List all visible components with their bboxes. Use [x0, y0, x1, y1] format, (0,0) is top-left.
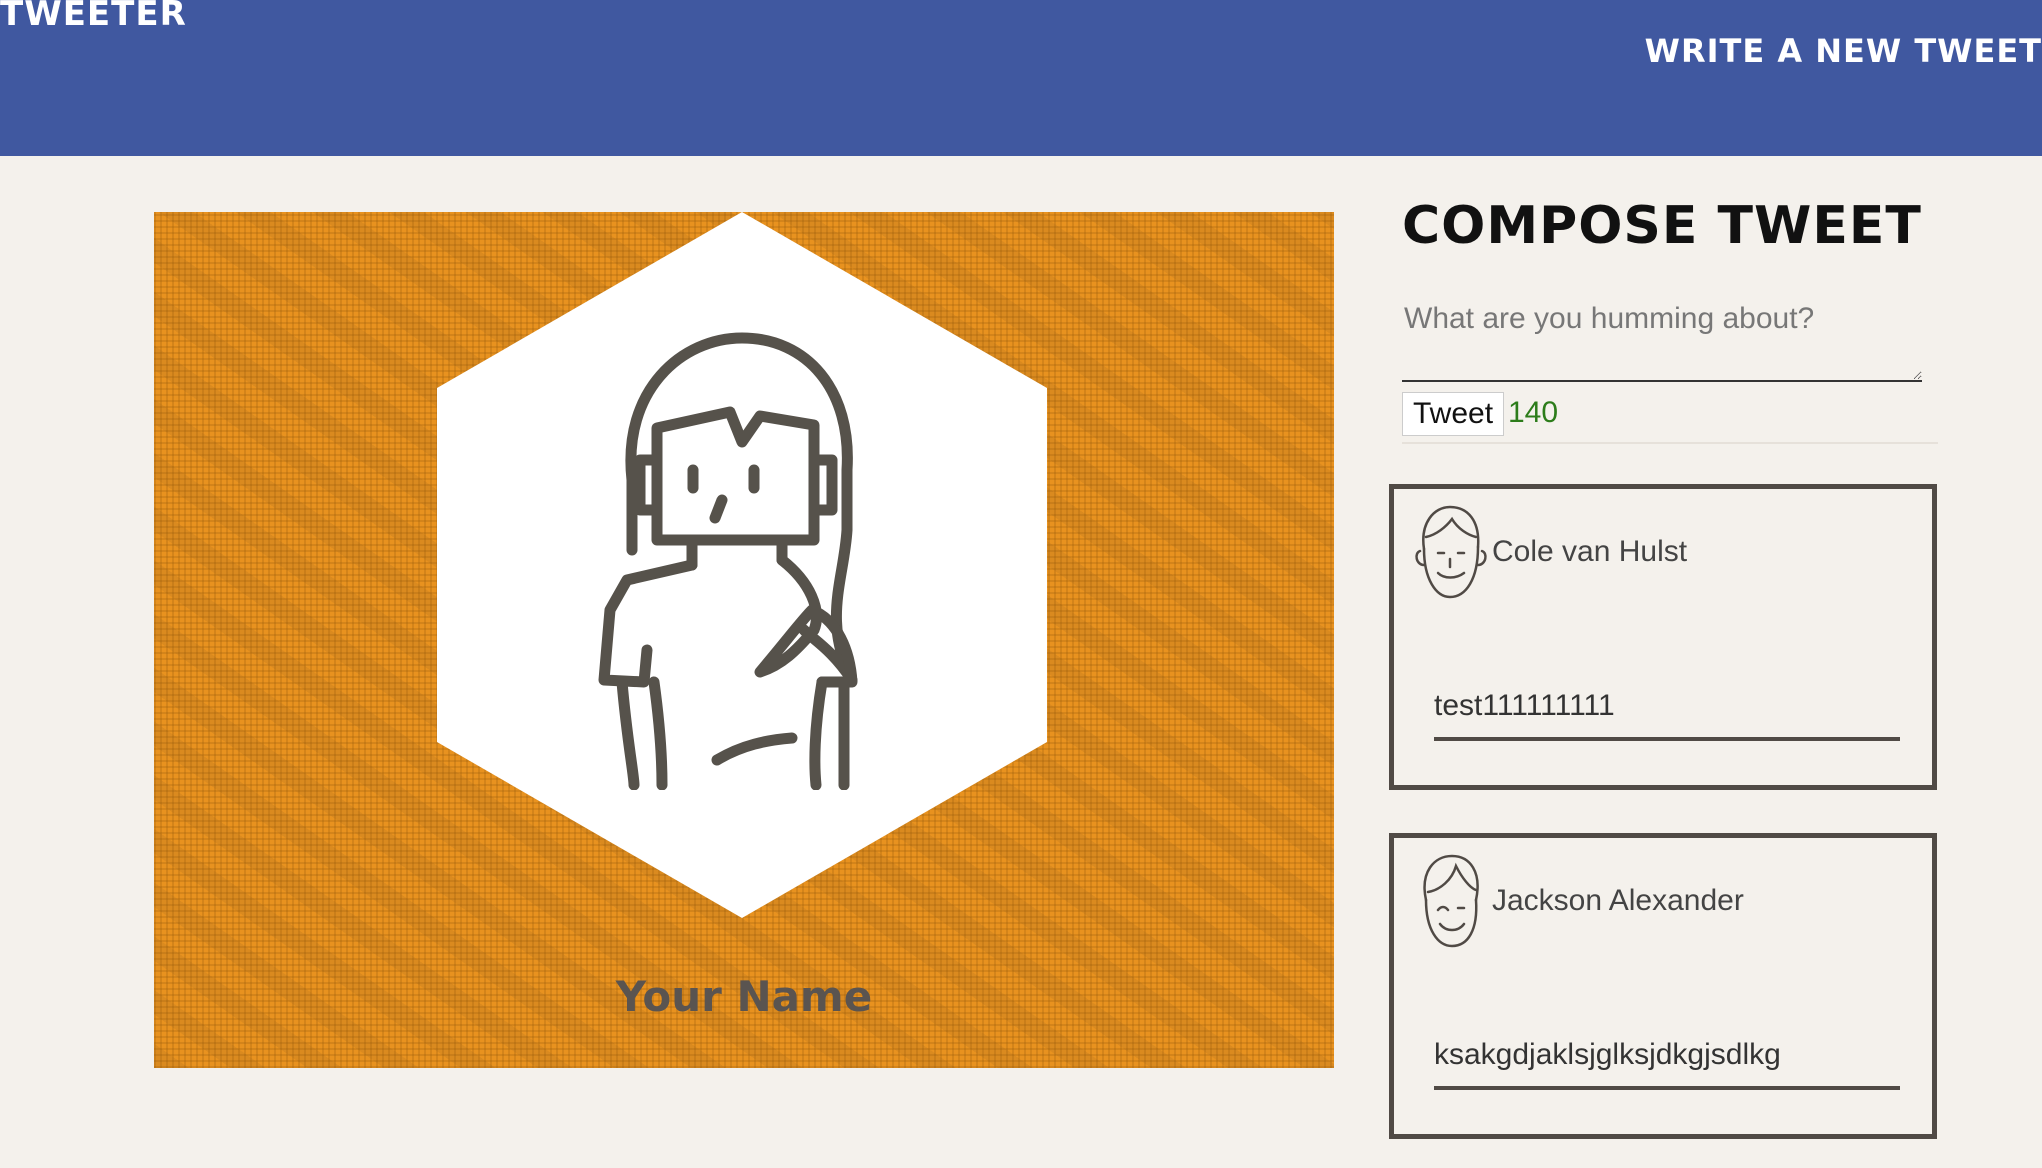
write-new-tweet-link[interactable]: WRITE A NEW TWEET	[1645, 32, 2042, 70]
male-avatar-icon	[1415, 505, 1487, 599]
female-user-avatar-icon	[598, 332, 858, 790]
profile-header: Your Name	[154, 212, 1334, 1068]
tweet-author: Jackson Alexander	[1492, 884, 1744, 917]
tweet-submit-button[interactable]: Tweet	[1402, 392, 1505, 436]
tweet-author: Cole van Hulst	[1492, 535, 1688, 568]
top-navbar: TWEETER WRITE A NEW TWEET	[0, 0, 2042, 156]
compose-tweet-title: COMPOSE TWEET	[1402, 196, 1922, 256]
brand-logo-text[interactable]: TWEETER	[0, 0, 187, 34]
profile-name: Your Name	[615, 972, 873, 1021]
tweet-text: ksakgdjaklsjglksjdkgjsdlkg	[1434, 1038, 1900, 1090]
tweet-textarea[interactable]	[1402, 296, 1922, 382]
character-counter: 140	[1508, 396, 1559, 429]
tweet-card: Cole van Hulst test111111111	[1389, 484, 1937, 790]
tweet-card: Jackson Alexander ksakgdjaklsjglksjdkgjs…	[1389, 833, 1937, 1139]
compose-divider	[1402, 442, 1938, 444]
tweet-text: test111111111	[1434, 689, 1900, 741]
smiling-male-avatar-icon	[1423, 854, 1479, 948]
